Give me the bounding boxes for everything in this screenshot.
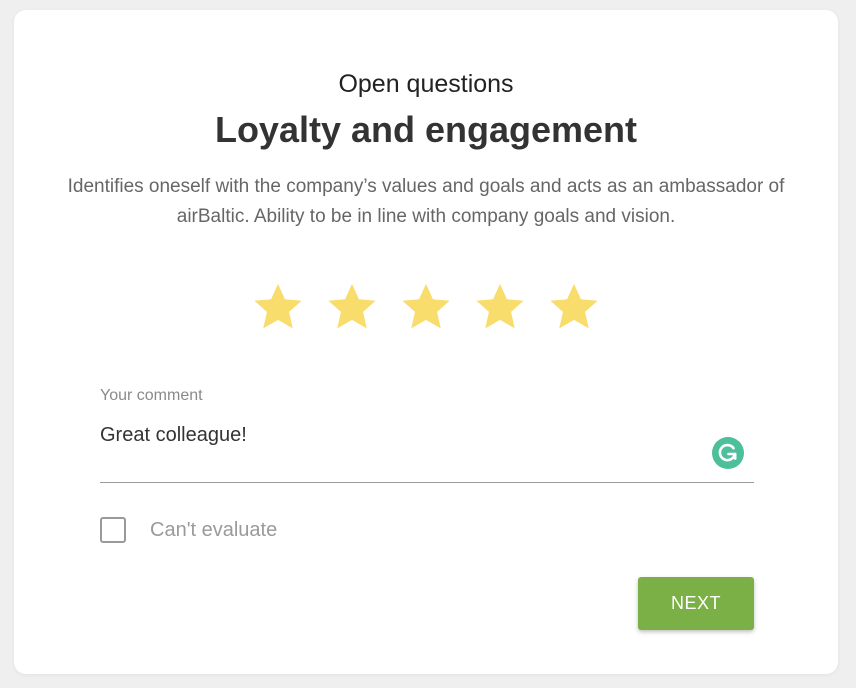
star-3-icon[interactable]	[400, 280, 452, 332]
star-2-icon[interactable]	[326, 280, 378, 332]
cant-evaluate-checkbox[interactable]	[100, 517, 126, 543]
grammarly-icon[interactable]	[712, 437, 744, 469]
star-1-icon[interactable]	[252, 280, 304, 332]
comment-value[interactable]: Great colleague!	[100, 424, 247, 447]
star-5-icon[interactable]	[548, 280, 600, 332]
question-description: Identifies oneself with the company’s va…	[67, 176, 785, 227]
cant-evaluate-label[interactable]: Can't evaluate	[150, 519, 277, 542]
question-card: Open questions Loyalty and engagement Id…	[14, 10, 838, 674]
comment-field[interactable]: Great colleague!	[100, 422, 754, 483]
cant-evaluate-row[interactable]: Can't evaluate	[100, 515, 277, 545]
question-title: Loyalty and engagement	[214, 109, 638, 150]
star-rating	[252, 280, 600, 332]
section-label: Open questions	[338, 70, 514, 98]
star-4-icon[interactable]	[474, 280, 526, 332]
comment-label: Your comment	[100, 387, 203, 404]
next-button[interactable]: NEXT	[638, 577, 754, 630]
